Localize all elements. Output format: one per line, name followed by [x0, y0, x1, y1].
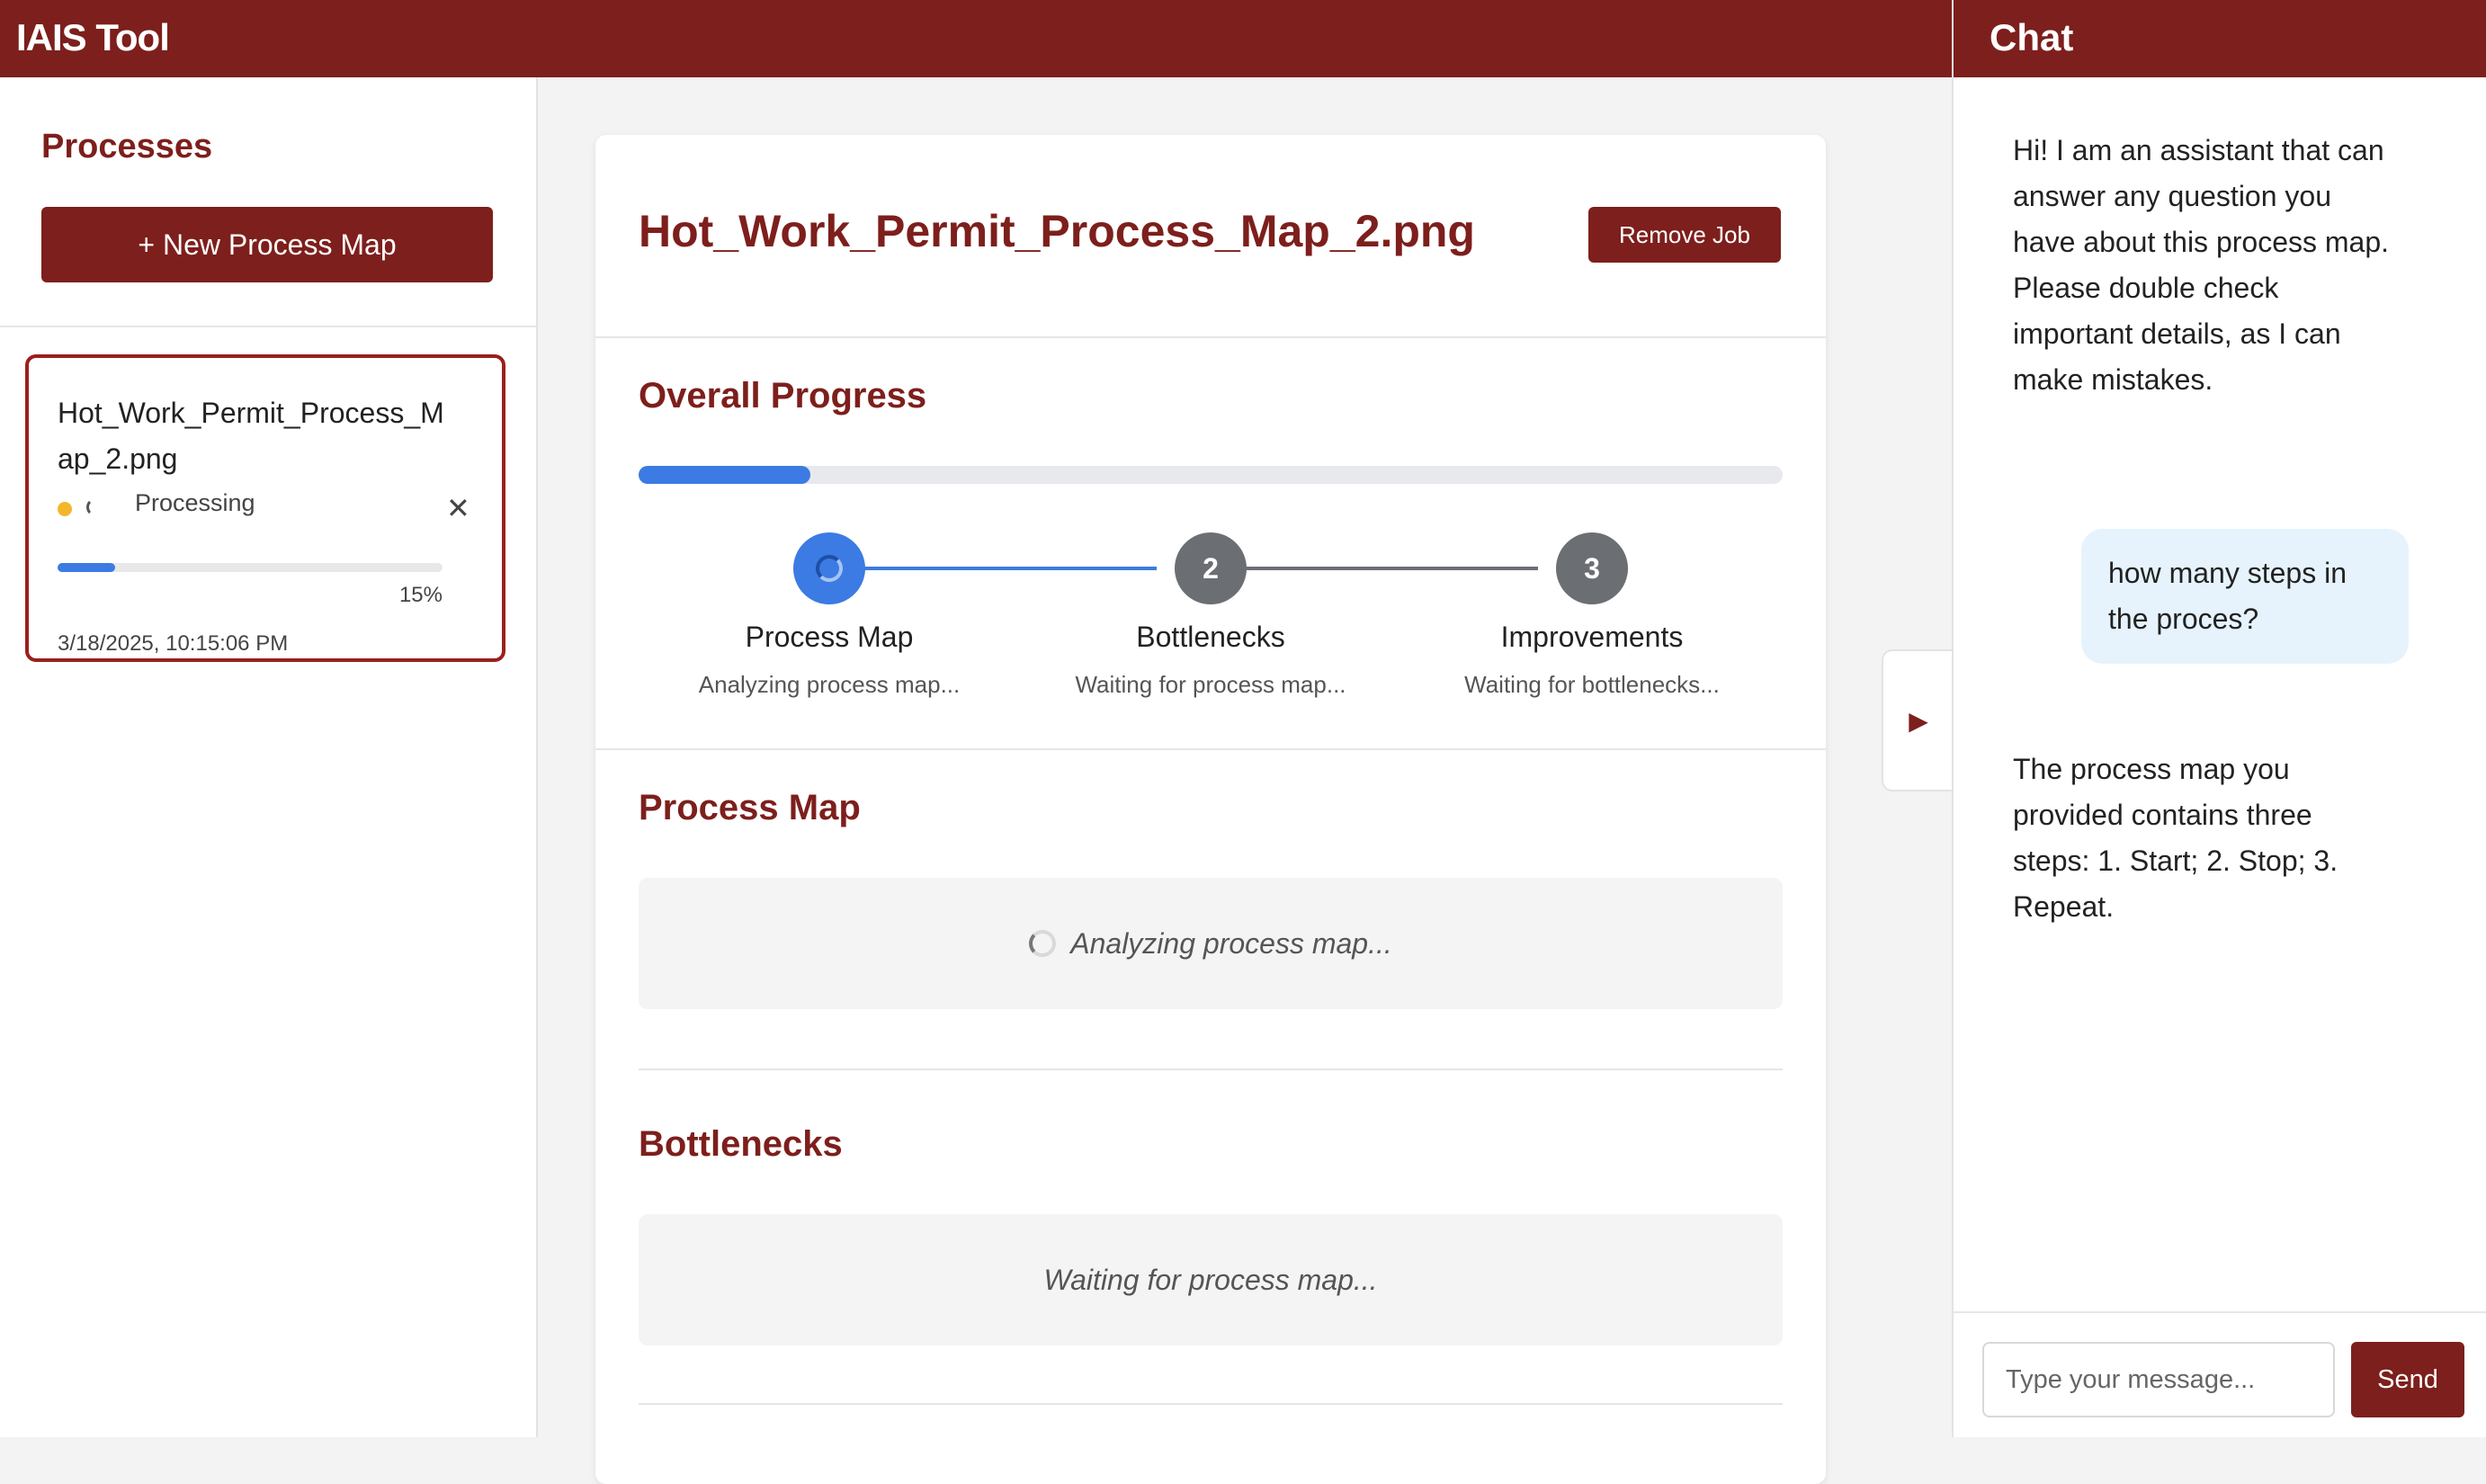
remove-job-button[interactable]: Remove Job	[1588, 207, 1781, 263]
step-connector-1	[862, 567, 1157, 570]
step-3-label: Improvements	[1500, 621, 1684, 653]
status-dot-icon	[58, 502, 72, 516]
step-1-label: Process Map	[745, 621, 914, 653]
step-1-indicator	[793, 532, 865, 604]
collapse-chat-toggle[interactable]: ▶	[1882, 649, 1954, 791]
loading-spinner-icon	[1029, 930, 1057, 957]
bottlenecks-section-title: Bottlenecks	[639, 1124, 843, 1164]
step-3-status: Waiting for bottlenecks...	[1464, 671, 1720, 698]
step-1-status: Analyzing process map...	[698, 671, 961, 698]
app-title: IAIS Tool	[16, 16, 170, 58]
assistant-message: The process map you provided contains th…	[2013, 753, 2338, 923]
chat-header: Chat	[1954, 0, 2486, 77]
job-progress-track	[58, 563, 443, 572]
divider	[639, 1403, 1783, 1405]
job-card[interactable]: Hot_Work_Permit_Process_Map_2.png Proces…	[25, 354, 505, 662]
process-map-section-title: Process Map	[639, 788, 861, 827]
job-status: Processing	[135, 489, 255, 516]
sidebar-divider	[0, 326, 536, 327]
send-button[interactable]: Send	[2351, 1342, 2464, 1417]
divider	[595, 748, 1826, 750]
step-3-indicator: 3	[1556, 532, 1628, 604]
assistant-message: Hi! I am an assistant that can answer an…	[2013, 134, 2390, 396]
chat-panel: Chat Hi! I am an assistant that can answ…	[1952, 0, 2486, 1437]
chat-message-input[interactable]	[1982, 1342, 2335, 1417]
play-arrow-icon: ▶	[1909, 706, 1928, 735]
process-map-placeholder-text: Analyzing process map...	[1070, 926, 1392, 960]
job-progress-fill	[58, 563, 115, 572]
bottlenecks-placeholder-text: Waiting for process map...	[1043, 1263, 1378, 1296]
user-message: how many steps in the proces?	[2081, 529, 2409, 664]
divider	[595, 336, 1826, 338]
divider	[639, 1068, 1783, 1070]
chat-title: Chat	[1990, 16, 2074, 58]
new-process-map-button[interactable]: + New Process Map	[41, 207, 493, 282]
job-detail-card: Hot_Work_Permit_Process_Map_2.png Remove…	[595, 135, 1826, 1484]
loading-spinner-icon	[816, 555, 843, 582]
main-panel: Hot_Work_Permit_Process_Map_2.png Remove…	[538, 77, 1952, 1484]
step-2-label: Bottlenecks	[1136, 621, 1285, 653]
job-progress-percent: 15%	[398, 583, 443, 607]
loading-spinner-icon	[86, 498, 104, 516]
overall-progress-title: Overall Progress	[639, 376, 927, 416]
sidebar-title: Processes	[41, 128, 213, 165]
process-map-placeholder: Analyzing process map...	[639, 878, 1783, 1009]
bottlenecks-placeholder: Waiting for process map...	[639, 1214, 1783, 1345]
app-header: IAIS Tool	[0, 0, 1952, 77]
job-name: Hot_Work_Permit_Process_Map_2.png	[58, 397, 444, 475]
step-2-indicator: 2	[1175, 532, 1247, 604]
job-title: Hot_Work_Permit_Process_Map_2.png	[639, 206, 1475, 256]
sidebar: Processes + New Process Map Hot_Work_Per…	[0, 77, 538, 1437]
close-icon[interactable]: ✕	[446, 491, 470, 525]
job-date: 3/18/2025, 10:15:06 PM	[58, 631, 289, 656]
overall-progress-fill	[639, 466, 810, 484]
chat-footer-divider	[1954, 1311, 2486, 1313]
step-connector-2	[1243, 567, 1538, 570]
step-2-status: Waiting for process map...	[1075, 671, 1346, 698]
